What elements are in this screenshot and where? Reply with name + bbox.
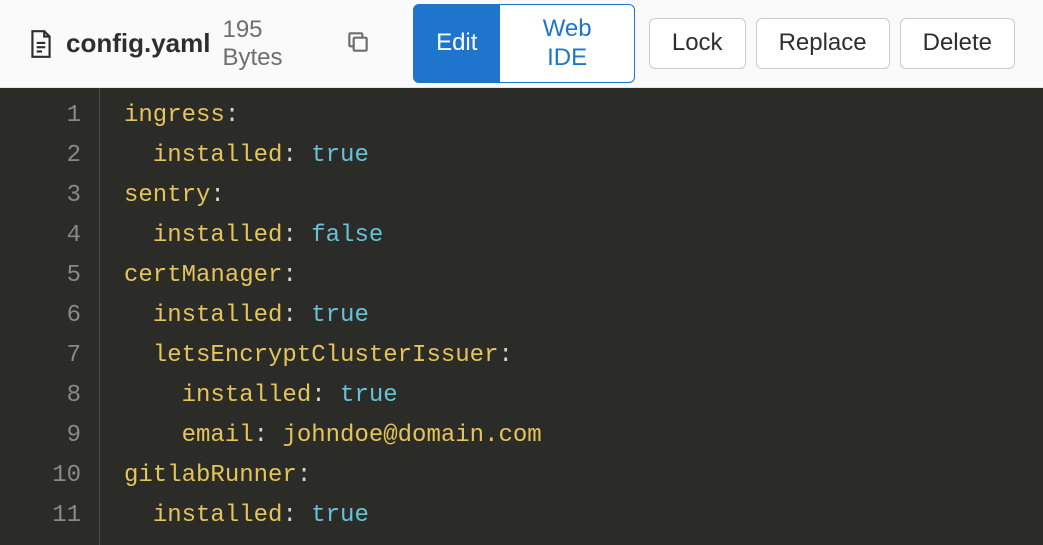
line-number: 9 <box>0 416 81 456</box>
code-line: sentry: <box>124 176 542 216</box>
copy-icon <box>345 43 371 58</box>
code-line: gitlabRunner: <box>124 456 542 496</box>
code-viewer: 1234567891011 ingress: installed: truese… <box>0 88 1043 545</box>
code-line: installed: true <box>124 496 542 536</box>
edit-button-group: Edit Web IDE <box>413 4 635 84</box>
delete-button[interactable]: Delete <box>900 18 1015 69</box>
line-number: 11 <box>0 496 81 536</box>
file-info: config.yaml 195 Bytes <box>28 16 321 72</box>
line-number: 2 <box>0 136 81 176</box>
web-ide-button[interactable]: Web IDE <box>499 4 634 84</box>
code-line: ingress: <box>124 96 542 136</box>
code-line: installed: true <box>124 296 542 336</box>
code-line: email: johndoe@domain.com <box>124 416 542 456</box>
replace-button[interactable]: Replace <box>756 18 890 69</box>
file-size: 195 Bytes <box>222 16 321 72</box>
code-line: certManager: <box>124 256 542 296</box>
copy-path-button[interactable] <box>339 23 377 64</box>
line-number: 6 <box>0 296 81 336</box>
code-line: installed: false <box>124 216 542 256</box>
line-number: 8 <box>0 376 81 416</box>
code-content[interactable]: ingress: installed: truesentry: installe… <box>100 88 542 545</box>
code-line: letsEncryptClusterIssuer: <box>124 336 542 376</box>
line-number: 5 <box>0 256 81 296</box>
file-actions: Lock Replace Delete <box>649 18 1015 69</box>
line-number: 10 <box>0 456 81 496</box>
file-icon <box>28 29 54 59</box>
edit-button[interactable]: Edit <box>413 4 500 84</box>
line-number: 4 <box>0 216 81 256</box>
lock-button[interactable]: Lock <box>649 18 746 69</box>
line-number: 7 <box>0 336 81 376</box>
code-line: installed: true <box>124 136 542 176</box>
file-toolbar: config.yaml 195 Bytes Edit Web IDE Lock … <box>0 0 1043 88</box>
line-number: 3 <box>0 176 81 216</box>
line-number: 1 <box>0 96 81 136</box>
code-line: installed: true <box>124 376 542 416</box>
line-number-gutter: 1234567891011 <box>0 88 100 545</box>
file-name: config.yaml <box>66 28 210 59</box>
